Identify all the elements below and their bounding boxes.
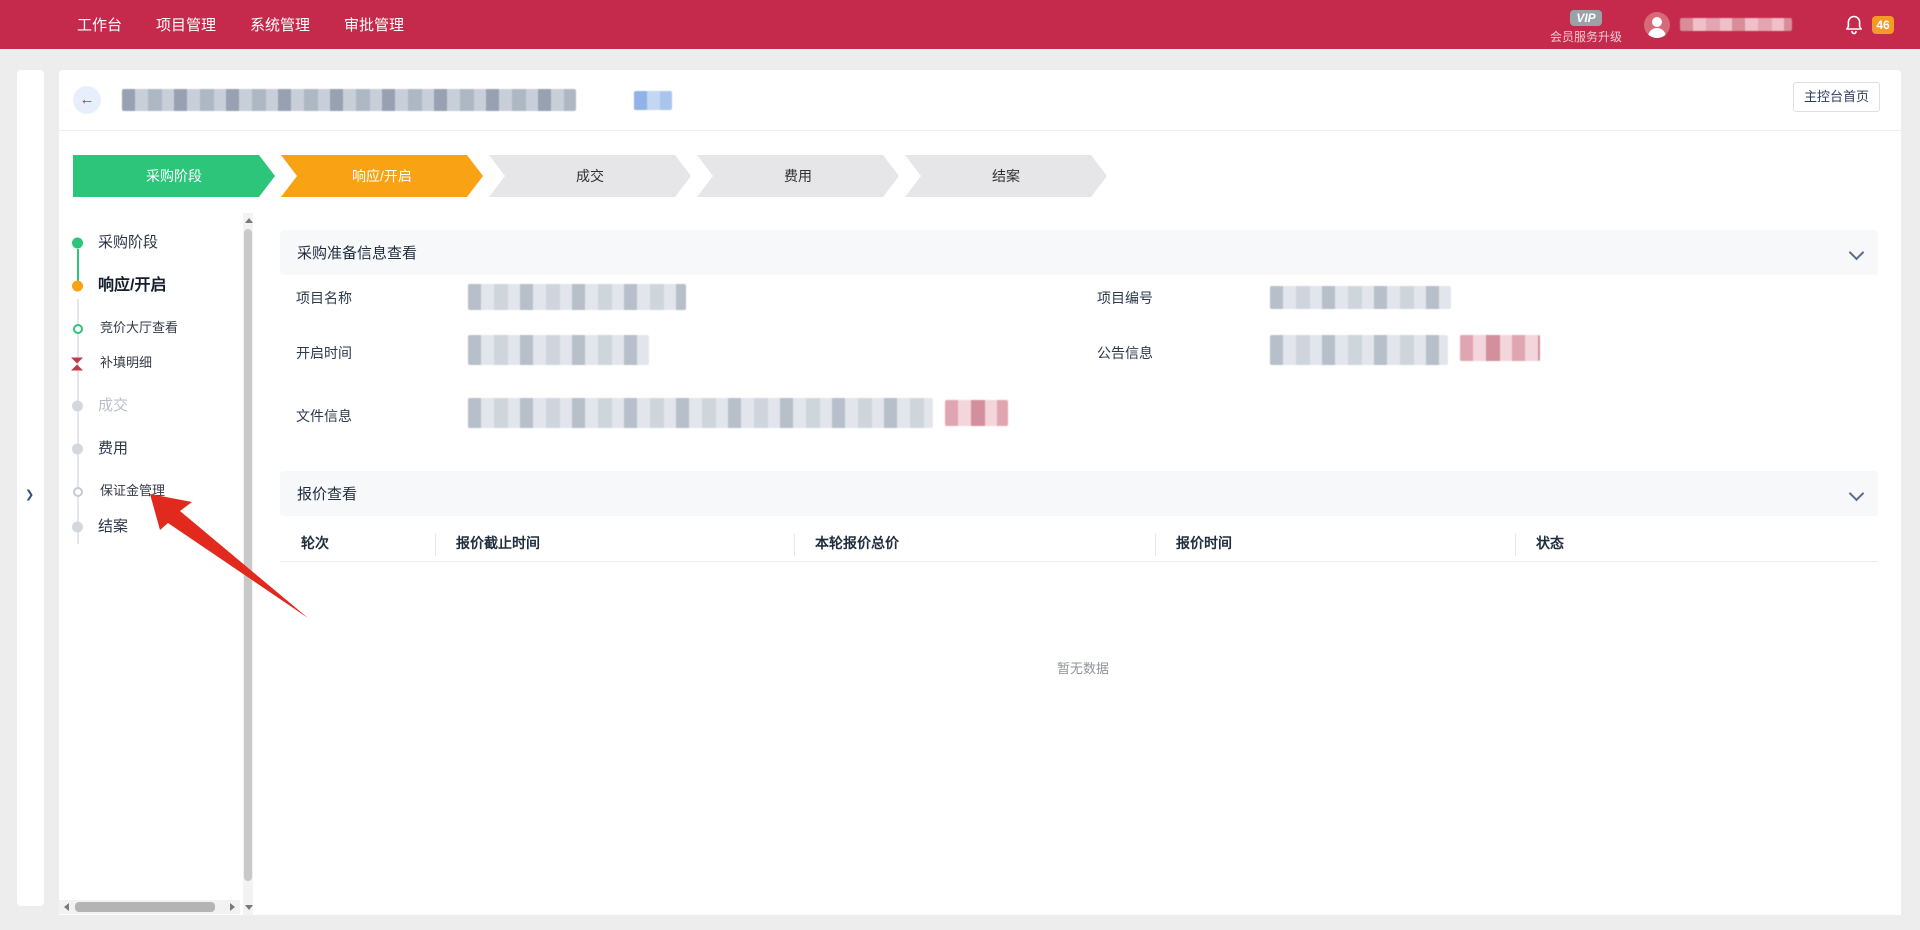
username-redacted[interactable] xyxy=(1680,18,1792,31)
prep-section-title: 采购准备信息查看 xyxy=(297,242,417,263)
quote-section-header[interactable]: 报价查看 xyxy=(280,471,1878,516)
notice-info-value-redacted xyxy=(1270,335,1448,365)
prep-info-section-header[interactable]: 采购准备信息查看 xyxy=(280,230,1878,275)
column-divider xyxy=(1515,534,1516,556)
sidebar-timeline-item[interactable]: 费用 xyxy=(59,438,252,460)
phase-step[interactable]: 成交 xyxy=(489,155,691,197)
back-button[interactable]: ← xyxy=(73,86,101,114)
sidebar-timeline-item[interactable]: 成交 xyxy=(59,395,252,417)
sidebar-timeline-item[interactable]: 竞价大厅查看 xyxy=(59,318,252,340)
sidebar-item-label[interactable]: 响应/开启 xyxy=(98,275,252,297)
table-header-border xyxy=(280,561,1878,562)
horizontal-scroll-thumb[interactable] xyxy=(75,902,215,912)
page-header-card: ← 主控台首页 xyxy=(59,70,1901,130)
console-home-button[interactable]: 主控台首页 xyxy=(1793,82,1880,112)
nav-menu-item[interactable]: 审批管理 xyxy=(344,14,404,35)
sidebar-vertical-scrollbar[interactable] xyxy=(243,213,253,915)
column-divider xyxy=(1155,534,1156,556)
nav-menu-item[interactable]: 系统管理 xyxy=(250,14,310,35)
open-time-value-redacted xyxy=(468,335,649,365)
sidebar-timeline-item[interactable]: 结案 xyxy=(59,516,252,538)
phase-sidebar: 采购阶段 响应/开启 竞价大厅查看 补填明细 成交 费用 xyxy=(59,213,252,915)
project-title-redacted xyxy=(122,89,576,111)
sidebar-timeline-item[interactable]: 响应/开启 xyxy=(59,275,252,297)
project-code-value-redacted xyxy=(1270,286,1451,309)
collapsed-side-strip: ❯ xyxy=(17,70,44,906)
timeline-node-icon xyxy=(73,324,83,334)
timeline-node-icon xyxy=(72,444,83,455)
sidebar-item-label[interactable]: 成交 xyxy=(98,395,252,417)
scroll-down-arrow-icon[interactable] xyxy=(245,905,253,910)
sidebar-item-label[interactable]: 补填明细 xyxy=(100,353,252,373)
phase-step[interactable]: 响应/开启 xyxy=(281,155,483,197)
scroll-up-arrow-icon[interactable] xyxy=(245,218,253,223)
col-header-round-total: 本轮报价总价 xyxy=(794,528,1155,562)
content-panel: 采购阶段响应/开启成交费用结案 采购阶段 响应/开启 竞价大厅查看 补填明细 xyxy=(59,131,1901,915)
nav-menu-item[interactable]: 项目管理 xyxy=(156,14,216,35)
notification-bell-icon[interactable] xyxy=(1844,14,1864,36)
sidebar-item-label[interactable]: 结案 xyxy=(98,516,252,538)
sidebar-timeline: 采购阶段 响应/开启 竞价大厅查看 补填明细 成交 费用 xyxy=(59,232,252,559)
col-header-quote-time: 报价时间 xyxy=(1155,528,1515,562)
sidebar-item-label[interactable]: 采购阶段 xyxy=(98,232,252,254)
expand-panel-chevron-icon[interactable]: ❯ xyxy=(25,488,34,501)
main-nav: 工作台 项目管理 系统管理 审批管理 xyxy=(77,14,404,35)
navbar-right: VIP 会员服务升级 46 xyxy=(1550,0,1920,49)
user-avatar-icon[interactable] xyxy=(1644,12,1670,38)
file-info-value-redacted xyxy=(468,398,933,428)
quote-section-title: 报价查看 xyxy=(297,483,357,504)
notification-count-badge[interactable]: 46 xyxy=(1872,16,1894,34)
open-time-label: 开启时间 xyxy=(296,343,352,363)
vip-icon: VIP xyxy=(1570,10,1601,26)
timeline-node-icon xyxy=(73,487,83,497)
sidebar-horizontal-scrollbar[interactable] xyxy=(59,900,240,914)
timeline-node-icon xyxy=(72,281,83,292)
empty-state-text: 暂无数据 xyxy=(1003,658,1163,677)
nav-menu-item[interactable]: 工作台 xyxy=(77,14,122,35)
collapse-chevron-down-icon[interactable] xyxy=(1849,486,1865,502)
phase-step[interactable]: 采购阶段 xyxy=(73,155,275,197)
sidebar-item-label[interactable]: 费用 xyxy=(98,438,252,460)
project-name-label: 项目名称 xyxy=(296,288,352,308)
notice-link-redacted[interactable] xyxy=(1460,335,1540,361)
scroll-right-arrow-icon[interactable] xyxy=(230,903,235,911)
file-info-label: 文件信息 xyxy=(296,406,352,426)
phase-step-bar: 采购阶段响应/开启成交费用结案 xyxy=(73,155,1113,197)
top-navbar: 工作台 项目管理 系统管理 审批管理 VIP 会员服务升级 46 xyxy=(0,0,1920,49)
notice-info-label: 公告信息 xyxy=(1097,343,1153,363)
phase-step[interactable]: 结案 xyxy=(905,155,1107,197)
timeline-node-icon xyxy=(72,401,83,412)
col-header-round: 轮次 xyxy=(280,528,435,562)
timeline-node-icon xyxy=(72,522,83,533)
sidebar-item-label[interactable]: 竞价大厅查看 xyxy=(100,318,252,338)
timeline-node-icon xyxy=(71,358,83,371)
sidebar-timeline-item[interactable]: 补填明细 xyxy=(59,353,252,375)
timeline-node-icon xyxy=(72,238,83,249)
column-divider xyxy=(794,534,795,556)
vip-caption: 会员服务升级 xyxy=(1550,28,1622,45)
sidebar-timeline-item[interactable]: 采购阶段 xyxy=(59,232,252,254)
col-header-status: 状态 xyxy=(1515,528,1878,562)
sidebar-timeline-item[interactable]: 保证金管理 xyxy=(59,481,252,503)
file-link-redacted[interactable] xyxy=(945,400,1008,426)
col-header-quote-deadline: 报价截止时间 xyxy=(435,528,794,562)
vertical-scroll-thumb[interactable] xyxy=(244,229,252,881)
vip-upgrade[interactable]: VIP 会员服务升级 xyxy=(1550,10,1622,45)
scroll-left-arrow-icon[interactable] xyxy=(64,903,69,911)
project-name-value-redacted xyxy=(468,284,686,310)
phase-step[interactable]: 费用 xyxy=(697,155,899,197)
column-divider xyxy=(435,534,436,556)
project-code-label: 项目编号 xyxy=(1097,288,1153,308)
sidebar-item-label[interactable]: 保证金管理 xyxy=(100,481,252,501)
status-tag-redacted xyxy=(634,91,672,110)
collapse-chevron-down-icon[interactable] xyxy=(1849,245,1865,261)
